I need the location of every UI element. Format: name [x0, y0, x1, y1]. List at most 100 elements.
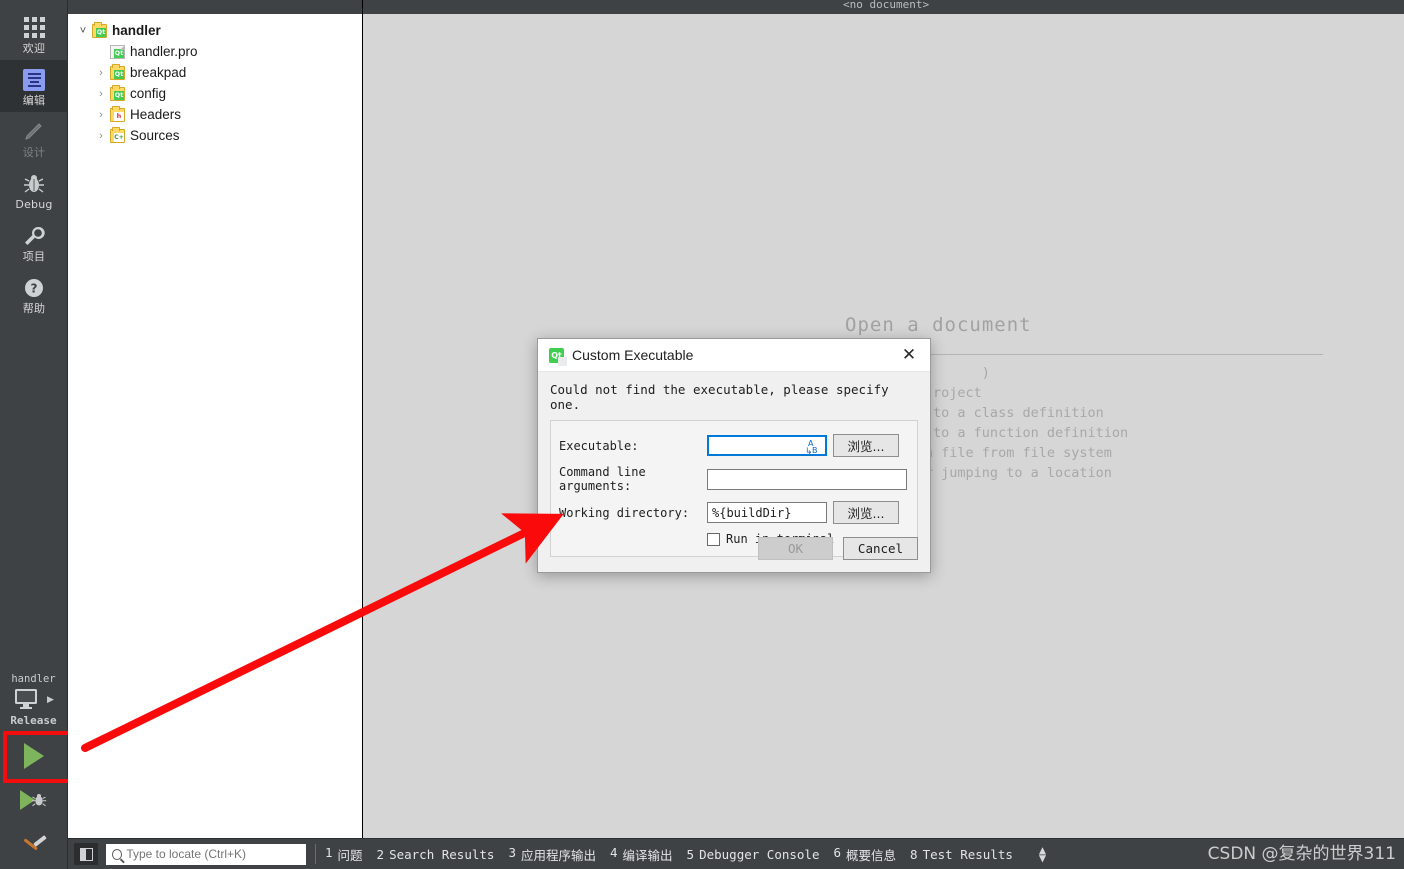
mode-label-debug: Debug	[15, 197, 53, 211]
pane-label: 问题	[337, 847, 363, 863]
expander-closed-icon[interactable]: ›	[92, 130, 110, 142]
field-label-executable: Executable:	[559, 438, 639, 453]
tree-row-breakpad[interactable]: › Qt breakpad	[68, 62, 362, 83]
executable-input[interactable]: A ↳ B	[707, 435, 827, 457]
executable-browse-button[interactable]: 浏览...	[833, 434, 899, 457]
locator-field[interactable]	[106, 843, 306, 865]
watermark-text: CSDN @复杂的世界311	[1207, 844, 1396, 864]
field-label-working-directory: Working directory:	[559, 505, 690, 520]
build-hammer-icon	[23, 835, 46, 851]
tree-label-handler-pro: handler.pro	[130, 44, 198, 59]
kit-project-name: handler	[11, 673, 56, 685]
mode-item-debug[interactable]: Debug	[0, 164, 68, 216]
qt-project-folder-icon: Qt	[110, 84, 125, 101]
mode-item-projects[interactable]: 项目	[0, 216, 68, 268]
build-button[interactable]	[4, 821, 64, 863]
mode-label-edit: 编辑	[22, 93, 46, 107]
qt-project-folder-icon: Qt	[110, 63, 125, 80]
qt-creator-window: 欢迎 编辑 设计 Debug 项目 ? 帮助 handler ▶ Release…	[0, 0, 1404, 869]
monitor-icon	[15, 689, 38, 709]
mode-selector-bar: 欢迎 编辑 设计 Debug 项目 ? 帮助 handler ▶ Release	[0, 0, 68, 869]
pencil-icon	[21, 119, 47, 145]
mode-label-projects: 项目	[22, 249, 46, 263]
output-pane-issues[interactable]: 1 问题	[325, 845, 363, 864]
qt-pro-file-icon: Qt	[110, 44, 125, 59]
ok-button[interactable]: OK	[758, 537, 833, 560]
working-directory-value: %{buildDir}	[712, 505, 792, 520]
pane-number: 4	[609, 844, 618, 860]
output-pane-application-output[interactable]: 3 应用程序输出	[508, 845, 596, 864]
dialog-message: Could not find the executable, please sp…	[550, 382, 889, 412]
mode-label-design: 设计	[22, 145, 46, 159]
output-pane-compile-output[interactable]: 4 编译输出	[610, 845, 673, 864]
tree-row-sources[interactable]: › C+ Sources	[68, 125, 362, 146]
search-input[interactable]	[126, 847, 300, 861]
mode-list: 欢迎 编辑 设计 Debug 项目 ? 帮助	[0, 0, 68, 320]
dialog-button-row: OK Cancel	[758, 537, 918, 560]
project-tree-panel: ˅ Qt handler › Qt handler.pro › Qt break…	[68, 0, 363, 838]
mode-item-design[interactable]: 设计	[0, 112, 68, 164]
close-icon[interactable]: ✕	[888, 339, 930, 372]
dialog-titlebar: Qt Custom Executable ✕	[538, 339, 930, 372]
pane-label: Debugger Console	[699, 846, 820, 862]
qt-project-folder-icon: Qt	[92, 21, 107, 38]
editor-document-label: <no document>	[843, 0, 930, 11]
tree-label-headers: Headers	[130, 107, 182, 122]
mode-item-welcome[interactable]: 欢迎	[0, 8, 68, 60]
run-button[interactable]	[4, 733, 64, 779]
pane-number: 3	[508, 844, 516, 860]
output-pane-search-results[interactable]: 2 Search Results	[377, 847, 495, 862]
kit-and-run-controls: handler ▶ Release	[0, 673, 67, 869]
debug-button[interactable]	[4, 779, 64, 821]
output-pane-updown-icon[interactable]: ▲ ▼	[1039, 844, 1046, 864]
tree-row-handler-pro[interactable]: › Qt handler.pro	[68, 41, 362, 62]
working-directory-browse-button[interactable]: 浏览...	[833, 501, 899, 524]
pane-number: 8	[910, 846, 918, 862]
expander-closed-icon[interactable]: ›	[92, 88, 110, 100]
tree-label-breakpad: breakpad	[130, 65, 187, 80]
bug-icon	[21, 171, 47, 197]
pane-label: Test Results	[922, 846, 1013, 862]
expander-closed-icon[interactable]: ›	[92, 109, 110, 121]
tree-row-headers[interactable]: › h Headers	[68, 104, 362, 125]
output-pane-test-results[interactable]: 8 Test Results	[910, 847, 1013, 862]
kit-selector-button[interactable]: ▶	[13, 687, 54, 711]
project-panel-toolbar[interactable]	[68, 0, 362, 14]
custom-executable-dialog: Qt Custom Executable ✕ Could not find th…	[537, 338, 931, 573]
edit-icon	[21, 67, 47, 93]
pane-label: 应用程序输出	[520, 847, 596, 863]
output-pane-list: 1 问题 2 Search Results 3 应用程序输出 4 编译输出 5 …	[325, 844, 1046, 864]
working-directory-input[interactable]: %{buildDir}	[707, 502, 827, 523]
expander-open-icon[interactable]: ˅	[74, 25, 92, 37]
pane-number: 6	[833, 844, 842, 860]
mode-item-help[interactable]: ? 帮助	[0, 268, 68, 320]
wrench-icon	[21, 223, 47, 249]
variable-substitution-icon[interactable]: A ↳ B	[805, 439, 821, 457]
pane-label: Search Results	[389, 846, 495, 862]
command-line-arguments-input[interactable]	[707, 468, 907, 490]
editor-toolbar[interactable]: <no document>	[363, 0, 1404, 14]
pane-number: 1	[325, 844, 333, 860]
output-pane-general-messages[interactable]: 6 概要信息	[833, 845, 896, 864]
cancel-button[interactable]: Cancel	[843, 537, 918, 560]
pane-label: 概要信息	[846, 847, 897, 863]
grid-icon	[21, 15, 47, 41]
output-pane-debugger-console[interactable]: 5 Debugger Console	[687, 847, 820, 862]
project-tree: ˅ Qt handler › Qt handler.pro › Qt break…	[68, 14, 362, 146]
kit-chevron-icon: ▶	[47, 693, 54, 704]
tree-row-handler[interactable]: ˅ Qt handler	[68, 20, 362, 41]
kit-build-config: Release	[10, 714, 57, 727]
mode-item-edit[interactable]: 编辑	[0, 60, 68, 112]
field-row-command-line-arguments: Command line arguments:	[559, 465, 909, 493]
svg-text:?: ?	[31, 281, 38, 295]
field-row-executable: Executable: A ↳ B 浏览...	[559, 434, 909, 457]
tree-row-config[interactable]: › Qt config	[68, 83, 362, 104]
question-icon: ?	[21, 275, 47, 301]
run-in-terminal-checkbox[interactable]	[707, 532, 720, 546]
pane-number: 2	[376, 846, 385, 862]
mode-label-welcome: 欢迎	[22, 41, 46, 55]
sources-folder-icon: C+	[110, 126, 125, 143]
run-icon	[23, 743, 44, 769]
expander-closed-icon[interactable]: ›	[92, 67, 110, 79]
sidebar-toggle-icon[interactable]	[74, 843, 98, 865]
